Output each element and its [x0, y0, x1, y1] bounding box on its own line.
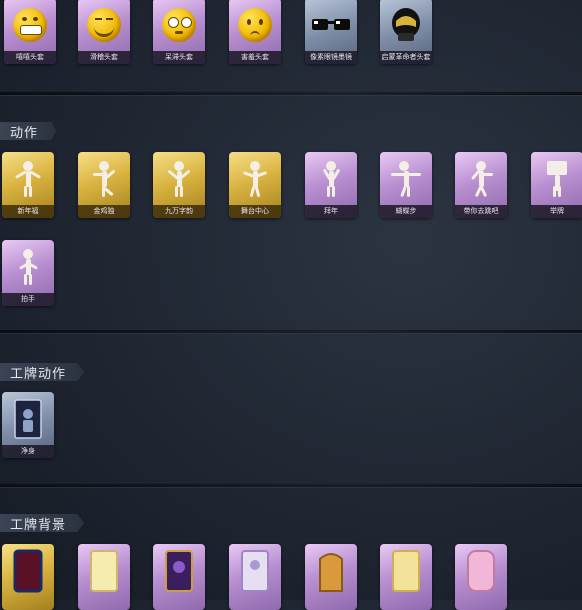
pose-figure-icon	[544, 161, 570, 197]
badge-background-card[interactable]	[2, 544, 54, 610]
section-title: 工牌动作	[0, 363, 85, 381]
badge-background-icon	[90, 550, 118, 592]
item-label: 新年福	[2, 205, 54, 218]
item-label: 滑稽头套	[78, 51, 130, 64]
pose-figure-icon	[166, 161, 192, 197]
head-card-smirk[interactable]: 滑稽头套	[78, 0, 130, 64]
item-label: 呆滞头套	[153, 51, 205, 64]
section-header-actions: 动作	[0, 122, 57, 140]
action-card[interactable]: 舞台中心	[229, 152, 281, 218]
item-label: 拍手	[2, 293, 54, 306]
item-label: 九万字韵	[153, 205, 205, 218]
stare-face-icon	[162, 8, 196, 42]
badge-background-icon	[165, 550, 193, 592]
badge-background-icon	[392, 550, 420, 592]
action-card[interactable]: 举牌	[531, 152, 582, 218]
pose-figure-icon	[15, 161, 41, 197]
badge-background-card[interactable]	[153, 544, 205, 610]
item-label: 害羞头套	[229, 51, 281, 64]
pose-figure-icon	[91, 161, 117, 197]
pose-figure-icon	[391, 161, 421, 198]
item-label: 嘻嘻头套	[4, 51, 56, 64]
section-divider	[0, 330, 582, 333]
pose-figure-icon	[15, 249, 41, 285]
badge-background-icon	[13, 549, 43, 593]
section-header-badge-actions: 工牌动作	[0, 363, 85, 381]
item-label: 带你去跳吧	[455, 205, 507, 218]
helmet-icon	[392, 8, 420, 41]
action-card[interactable]: 新年福	[2, 152, 54, 218]
item-label: 舞台中心	[229, 205, 281, 218]
pose-figure-icon	[318, 161, 344, 197]
grin-face-icon	[13, 8, 47, 42]
badge-card-icon	[14, 399, 42, 439]
item-label: 举牌	[531, 205, 582, 218]
shy-face-icon	[238, 8, 272, 42]
section-title: 动作	[0, 122, 57, 140]
badge-background-icon	[467, 550, 495, 592]
section-divider	[0, 92, 582, 95]
action-card[interactable]: 金鸡独	[78, 152, 130, 218]
head-card-helmet[interactable]: 启蒙革命者头套	[380, 0, 432, 64]
badge-background-icon	[241, 550, 269, 592]
section-header-badge-backgrounds: 工牌背景	[0, 514, 85, 532]
head-card-stare[interactable]: 呆滞头套	[153, 0, 205, 64]
smirk-face-icon	[87, 8, 121, 42]
head-card-grin[interactable]: 嘻嘻头套	[4, 0, 56, 64]
head-card-shy[interactable]: 害羞头套	[229, 0, 281, 64]
badge-action-card[interactable]: 净身	[2, 392, 54, 458]
badge-background-card[interactable]	[380, 544, 432, 610]
section-title: 工牌背景	[0, 514, 85, 532]
badge-background-card[interactable]	[305, 544, 357, 610]
pose-figure-icon	[242, 161, 268, 198]
item-label: 金鸡独	[78, 205, 130, 218]
action-card[interactable]: 拜年	[305, 152, 357, 218]
pose-figure-icon	[468, 161, 494, 198]
item-label: 启蒙革命者头套	[380, 51, 432, 64]
badge-background-icon	[319, 553, 343, 592]
badge-background-card[interactable]	[229, 544, 281, 610]
item-label: 拜年	[305, 205, 357, 218]
item-label: 像素眼镜墨镜	[305, 51, 357, 64]
badge-background-card[interactable]	[455, 544, 507, 610]
sunglasses-icon	[312, 19, 350, 30]
item-label: 蝴蝶步	[380, 205, 432, 218]
action-card[interactable]: 拍手	[2, 240, 54, 306]
action-card[interactable]: 九万字韵	[153, 152, 205, 218]
action-card[interactable]: 带你去跳吧	[455, 152, 507, 218]
item-label: 净身	[2, 445, 54, 458]
section-divider	[0, 484, 582, 487]
head-card-sunglasses[interactable]: 像素眼镜墨镜	[305, 0, 357, 64]
action-card[interactable]: 蝴蝶步	[380, 152, 432, 218]
badge-background-card[interactable]	[78, 544, 130, 610]
